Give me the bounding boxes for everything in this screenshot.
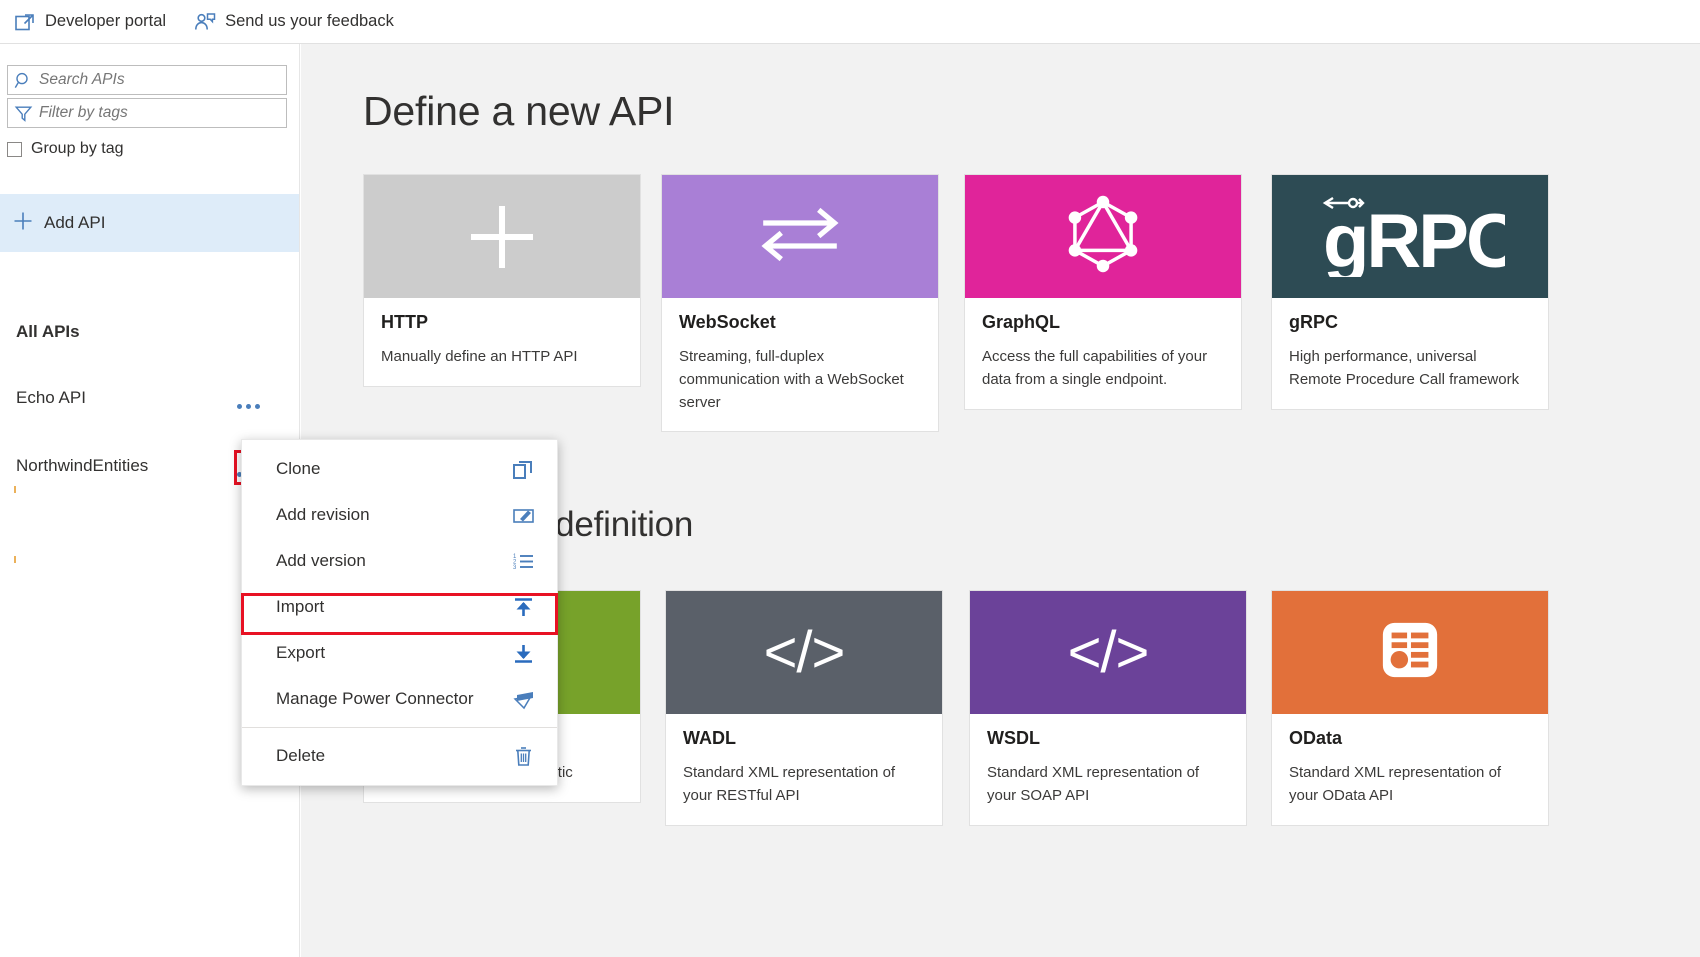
svg-text:3: 3 [513,565,517,571]
card-title: GraphQL [982,312,1061,332]
list-marker-dot [14,486,16,493]
card-title: OData [1289,728,1343,748]
api-context-menu: Clone Add revision Add version 1 2 3 Imp… [241,439,558,786]
api-name-label: NorthwindEntities [16,456,149,475]
card-thumbnail: </> [970,591,1246,714]
card-thumbnail [662,175,938,298]
developer-portal-button[interactable]: Developer portal [0,0,180,44]
card-title: HTTP [381,312,428,332]
svg-text:gRPC: gRPC [1323,199,1505,277]
card-body: OData Standard XML representation of you… [1272,714,1548,825]
menu-item-label: Manage Power Connector [276,689,474,708]
card-title: WADL [683,728,736,748]
menu-item-label: Add version [276,551,366,570]
odata-table-icon [1379,619,1441,686]
group-by-tag-checkbox[interactable]: Group by tag [7,140,299,158]
api-name-label: Echo API [16,388,86,407]
api-management-apis-page: Developer portal Send us your feedback S… [0,0,1700,957]
add-api-button[interactable]: Add API [0,194,299,252]
graphql-icon [1064,191,1142,282]
card-body: WSDL Standard XML representation of your… [970,714,1246,825]
export-down-arrow-icon [512,642,535,665]
card-body: WebSocket Streaming, full-duplex communi… [662,298,938,431]
sidebar-item-echo-api[interactable]: Echo API [0,378,299,418]
card-body: GraphQL Access the full capabilities of … [965,298,1241,409]
bidirectional-arrows-icon [754,200,846,274]
api-card-wadl[interactable]: </> WADL Standard XML representation of … [665,590,943,826]
echo-api-more-options-icon[interactable] [237,404,260,409]
card-description: High performance, universal Remote Proce… [1289,348,1520,388]
menu-item-label: Delete [276,746,326,765]
card-thumbnail: gRPC [1272,175,1548,298]
card-description: Standard XML representation of your ODat… [1289,764,1502,804]
menu-item-manage-power-connector[interactable]: Manage Power Connector [242,676,557,722]
menu-item-label: Clone [276,459,321,478]
numbered-list-icon: 123 [512,550,535,573]
card-thumbnail [965,175,1241,298]
card-description: Access the full capabilities of your dat… [982,348,1208,388]
developer-portal-label: Developer portal [45,12,167,30]
menu-item-delete[interactable]: Delete [242,733,557,779]
card-thumbnail [1272,591,1548,714]
trash-icon [512,745,535,768]
menu-bottom-padding [242,779,557,785]
list-marker-dot [14,556,16,563]
send-feedback-button[interactable]: Send us your feedback [180,0,408,44]
filter-by-tags-placeholder: Filter by tags [39,104,128,121]
filter-icon [14,104,33,123]
external-link-icon [14,11,36,33]
card-body: gRPC High performance, universal Remote … [1272,298,1548,409]
define-new-api-heading: Define a new API [363,88,675,134]
api-card-websocket[interactable]: WebSocket Streaming, full-duplex communi… [661,174,939,433]
group-by-tag-label: Group by tag [31,140,124,157]
feedback-person-icon [194,11,216,33]
search-apis-field[interactable]: Search APIs [7,65,287,95]
menu-divider [242,727,557,728]
card-thumbnail [364,175,640,298]
card-body: HTTP Manually define an HTTP API [364,298,640,386]
search-apis-placeholder: Search APIs [39,71,125,88]
menu-item-import[interactable]: Import [242,584,557,630]
code-brackets-icon: </> [1067,619,1150,685]
edit-pencil-icon [512,504,535,527]
card-title: gRPC [1289,312,1338,332]
api-card-http[interactable]: HTTP Manually define an HTTP API [363,174,641,387]
menu-item-label: Export [276,643,326,662]
menu-item-label: Add revision [276,505,370,524]
api-card-wsdl[interactable]: </> WSDL Standard XML representation of … [969,590,1247,826]
card-description: Streaming, full-duplex communication wit… [679,348,904,411]
card-title: WebSocket [679,312,776,332]
power-connector-icon [512,688,535,711]
menu-item-label: Import [276,597,325,616]
plus-icon [471,205,533,268]
card-description: Standard XML representation of your REST… [683,764,896,804]
menu-item-clone[interactable]: Clone [242,446,557,492]
code-brackets-icon: </> [763,619,846,685]
add-api-label: Add API [44,213,106,232]
api-card-odata[interactable]: OData Standard XML representation of you… [1271,590,1549,826]
send-feedback-label: Send us your feedback [225,12,394,30]
all-apis-label[interactable]: All APIs [16,322,80,342]
search-icon [14,71,33,90]
plus-icon [12,210,34,237]
card-thumbnail: </> [666,591,942,714]
api-card-graphql[interactable]: GraphQL Access the full capabilities of … [964,174,1242,410]
checkbox-icon[interactable] [7,141,22,157]
card-title: WSDL [987,728,1040,748]
clone-icon [512,458,535,481]
menu-item-add-version[interactable]: Add version 123 [242,538,557,584]
card-body: WADL Standard XML representation of your… [666,714,942,825]
filter-by-tags-field[interactable]: Filter by tags [7,98,287,128]
card-description: Standard XML representation of your SOAP… [987,764,1200,804]
menu-item-export[interactable]: Export [242,630,557,676]
card-description: Manually define an HTTP API [381,348,578,365]
top-command-bar: Developer portal Send us your feedback [0,0,1700,44]
menu-item-add-revision[interactable]: Add revision [242,492,557,538]
import-up-arrow-icon [512,596,535,619]
grpc-logo-icon: gRPC [1315,191,1522,284]
api-card-grpc[interactable]: gRPC gRPC High performance, universal Re… [1271,174,1549,410]
